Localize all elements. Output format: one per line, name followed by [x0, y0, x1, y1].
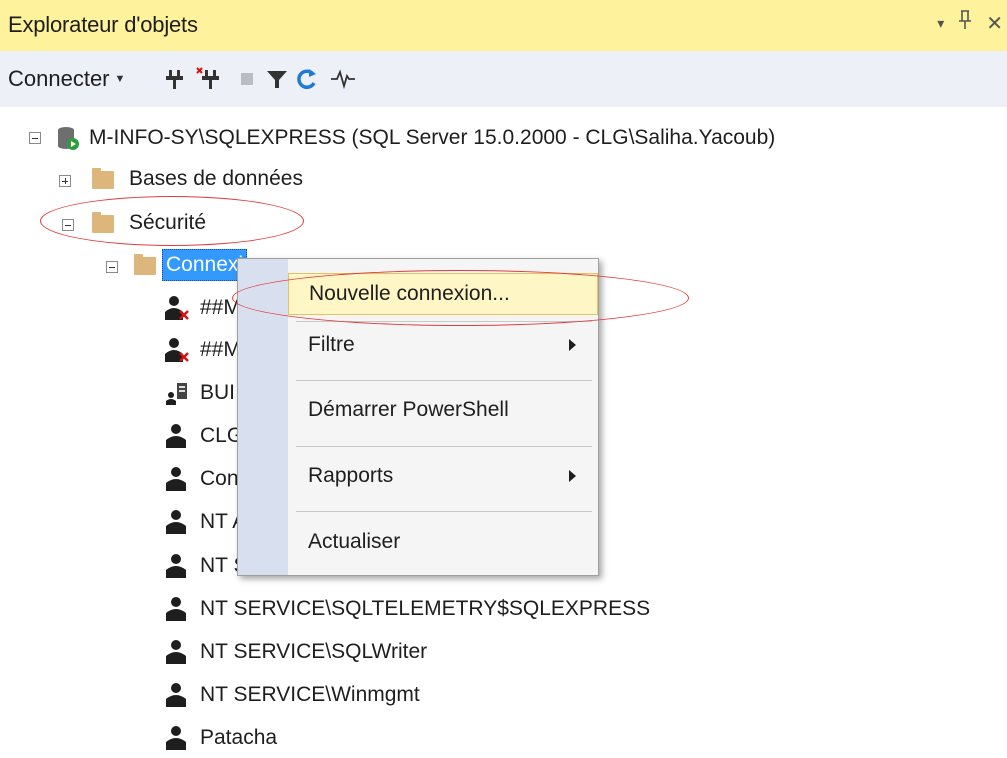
connect-label: Connecter	[8, 66, 110, 91]
login-item[interactable]: NT SERVICE\SQLWriter	[0, 636, 700, 668]
folder-icon	[92, 168, 114, 189]
connect-plug-icon[interactable]	[162, 51, 188, 107]
menu-separator	[296, 380, 592, 381]
collapse-icon[interactable]	[29, 132, 41, 144]
login-label: NT SERVICE\SQLWriter	[200, 640, 428, 663]
expand-icon[interactable]	[59, 175, 71, 187]
security-label: Sécurité	[129, 211, 207, 234]
menu-item-label: Démarrer PowerShell	[308, 398, 509, 421]
pin-icon[interactable]	[958, 10, 972, 36]
login-label: BUI	[200, 381, 236, 404]
menu-item-label: Nouvelle connexion...	[309, 282, 510, 305]
menu-item-label: Actualiser	[308, 530, 401, 553]
context-menu: Nouvelle connexion... Filtre Démarrer Po…	[237, 258, 599, 576]
login-label: NT SERVICE\Winmgmt	[200, 683, 420, 706]
menu-separator	[296, 511, 592, 512]
user-icon	[164, 638, 188, 666]
login-label: ##M	[200, 338, 241, 361]
submenu-arrow-icon	[569, 470, 576, 482]
disabled-login-icon	[164, 294, 189, 322]
login-label: ##M	[200, 296, 241, 319]
menu-gutter	[238, 259, 288, 575]
login-item[interactable]: NT SERVICE\Winmgmt	[0, 679, 700, 711]
login-item[interactable]: Patacha	[0, 722, 700, 754]
menu-item-filter[interactable]: Filtre	[288, 324, 598, 366]
collapse-icon[interactable]	[106, 261, 118, 273]
user-icon	[164, 508, 188, 536]
disabled-login-icon	[164, 336, 189, 364]
dropdown-arrow-icon[interactable]: ▾	[937, 15, 944, 32]
menu-item-label: Filtre	[308, 333, 355, 356]
menu-item-new-login[interactable]: Nouvelle connexion...	[288, 273, 598, 315]
object-explorer-titlebar: Explorateur d'objets ▾ ✕	[0, 0, 1007, 51]
menu-item-refresh[interactable]: Actualiser	[288, 521, 598, 563]
collapse-icon[interactable]	[62, 219, 74, 231]
folder-icon	[134, 254, 156, 275]
user-icon	[164, 595, 188, 623]
submenu-arrow-icon	[569, 339, 576, 351]
user-icon	[164, 465, 188, 493]
tree-node-databases[interactable]: Bases de données	[0, 163, 600, 195]
stop-icon[interactable]	[234, 51, 260, 107]
database-server-icon	[55, 125, 81, 157]
menu-item-label: Rapports	[308, 464, 394, 487]
login-item[interactable]: NT SERVICE\SQLTELEMETRY$SQLEXPRESS	[0, 593, 700, 625]
tree-node-security[interactable]: Sécurité	[0, 207, 600, 239]
tree-node-server[interactable]: M-INFO-SY\SQLEXPRESS (SQL Server 15.0.20…	[0, 122, 1000, 154]
login-label: Con	[200, 467, 239, 490]
windows-group-icon	[164, 379, 188, 407]
panel-title: Explorateur d'objets	[8, 12, 198, 37]
disconnect-plug-icon[interactable]	[196, 51, 222, 107]
menu-separator	[296, 321, 592, 322]
login-label: Patacha	[200, 726, 278, 749]
menu-item-reports[interactable]: Rapports	[288, 455, 598, 497]
object-explorer-toolbar: Connecter ▼	[0, 51, 1007, 107]
user-icon	[164, 724, 188, 752]
login-label: NT SERVICE\SQLTELEMETRY$SQLEXPRESS	[200, 597, 651, 620]
user-icon	[164, 681, 188, 709]
connect-button[interactable]: Connecter ▼	[8, 51, 125, 107]
chevron-down-icon: ▼	[114, 73, 126, 85]
logins-label: Connexi	[162, 249, 248, 281]
user-icon	[164, 552, 188, 580]
menu-item-start-powershell[interactable]: Démarrer PowerShell	[288, 389, 598, 431]
activity-monitor-icon[interactable]	[330, 51, 356, 107]
refresh-icon[interactable]	[294, 51, 320, 107]
filter-icon[interactable]	[264, 51, 290, 107]
menu-separator	[296, 446, 592, 447]
user-icon	[164, 422, 188, 450]
panel-controls: ▾ ✕	[937, 10, 1003, 36]
folder-icon	[92, 212, 114, 233]
databases-label: Bases de données	[129, 167, 303, 190]
close-icon[interactable]: ✕	[986, 11, 1003, 36]
server-label: M-INFO-SY\SQLEXPRESS (SQL Server 15.0.20…	[89, 126, 776, 149]
